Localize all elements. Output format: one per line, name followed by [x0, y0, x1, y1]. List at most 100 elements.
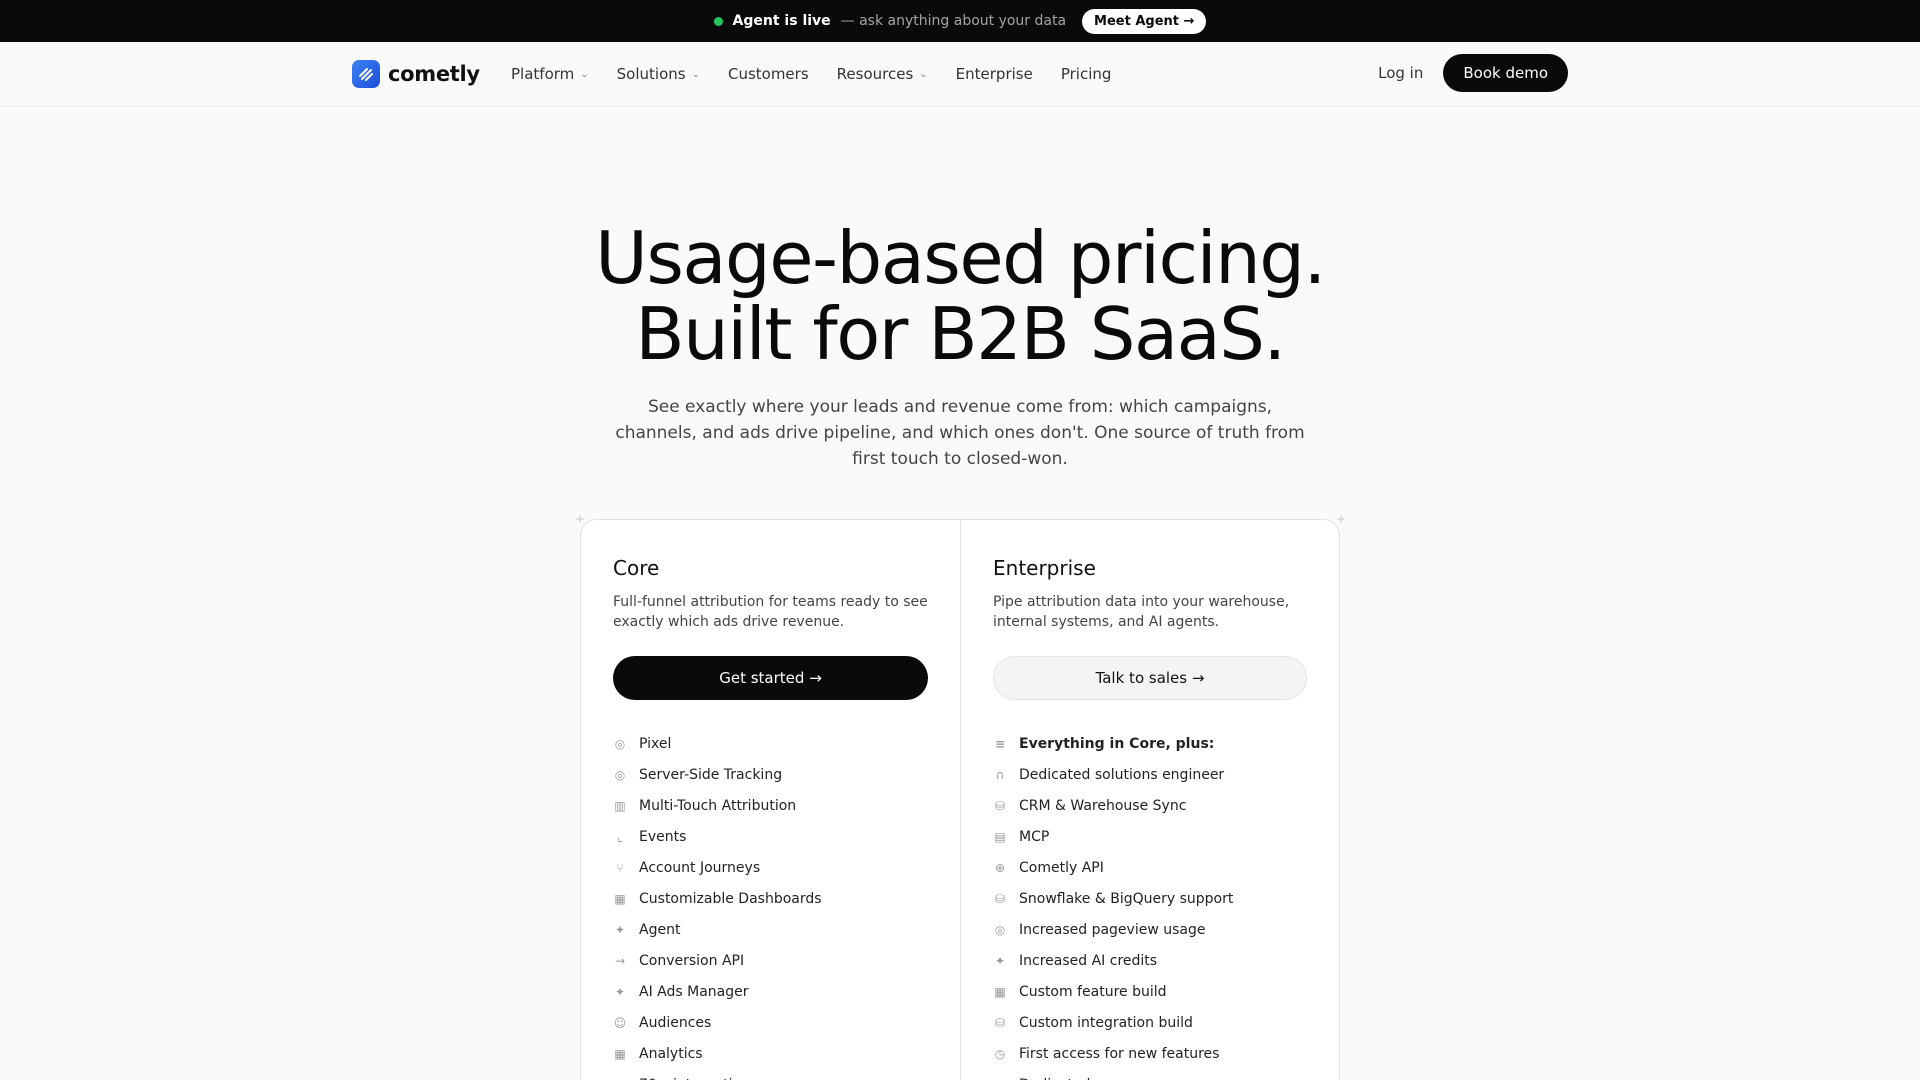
feature-label: Agent	[639, 921, 681, 938]
feature-label: AI Ads Manager	[639, 983, 749, 1000]
nav-item-customers[interactable]: Customers	[728, 65, 809, 83]
cometly-logo-icon	[352, 60, 380, 88]
nav-item-label: Solutions	[616, 65, 686, 83]
feature-item: ◎ Increased pageview usage	[993, 914, 1307, 945]
feature-item: ▥ Multi-Touch Attribution	[613, 790, 928, 821]
feature-label: Audiences	[639, 1014, 712, 1031]
plan-description: Full-funnel attribution for teams ready …	[613, 594, 928, 630]
grid-icon: ▦	[614, 1046, 626, 1061]
target-icon: ◎	[614, 736, 626, 751]
target-icon: ◎	[614, 767, 626, 782]
feature-label: Dedicated solutions engineer	[1019, 766, 1225, 783]
feature-item: ⛁ CRM & Warehouse Sync	[993, 790, 1307, 821]
database-icon: ⛁	[994, 891, 1006, 906]
meet-agent-button[interactable]: Meet Agent →	[1082, 8, 1207, 34]
feature-label: Dedicated success manager	[1019, 1077, 1217, 1080]
users-icon: ☺	[613, 1015, 627, 1030]
plan-card-core: Core Full-funnel attribution for teams r…	[581, 520, 960, 1080]
nav-item-solutions[interactable]: Solutions ⌄	[617, 65, 700, 83]
chevron-down-icon: ⌄	[580, 68, 589, 80]
feature-item: → Conversion API	[613, 945, 928, 976]
feature-item: ▦ Customizable Dashboards	[613, 883, 928, 914]
nav-item-platform[interactable]: Platform ⌄	[511, 65, 589, 83]
target-icon: ◎	[994, 922, 1006, 937]
feature-item: ⑂ Account Journeys	[613, 852, 928, 883]
feature-item: ≡ Everything in Core, plus:	[993, 728, 1307, 759]
database-icon: ⛁	[994, 798, 1006, 813]
feature-item: ⊕70+ integrations	[613, 1069, 928, 1080]
feature-label: Multi-Touch Attribution	[639, 797, 797, 814]
server-icon: ▤	[994, 829, 1006, 844]
hero-subtitle: See exactly where your leads and revenue…	[615, 397, 1305, 469]
logo[interactable]: cometly	[352, 60, 480, 88]
database-icon: ⛁	[994, 1015, 1006, 1030]
feature-label: Custom feature build	[1019, 983, 1167, 1000]
feature-label: Analytics	[639, 1045, 703, 1062]
feature-label: Conversion API	[639, 952, 745, 969]
plan-feature-list: ≡ Everything in Core, plus: ∩ Dedicated sol…	[993, 728, 1307, 1080]
feature-item: ✦ Increased AI credits	[993, 945, 1307, 976]
branch-icon: ⑂	[616, 860, 624, 875]
feature-item: ▦ Custom feature build	[993, 976, 1307, 1007]
chevron-down-icon: ⌄	[919, 68, 928, 80]
feature-label: Events	[639, 828, 687, 845]
feature-label: Account Journeys	[639, 859, 761, 876]
sparkle-icon: ✦	[614, 984, 626, 999]
get-started-button[interactable]: Get started →	[613, 656, 928, 700]
line-chart-icon: ⌞	[617, 829, 623, 844]
list-icon: ≡	[994, 736, 1006, 751]
feature-label: Pixel	[639, 735, 672, 752]
announcement-text: — ask anything about your data	[840, 13, 1067, 29]
nav-item-label: Customers	[727, 65, 809, 83]
plan-description: Pipe attribution data into your warehous…	[993, 594, 1290, 630]
hero-title-line-2: Built for B2B SaaS.	[635, 292, 1286, 376]
feature-label: CRM & Warehouse Sync	[1019, 797, 1187, 814]
plan-name: Core	[613, 556, 660, 580]
feature-label: Snowflake & BigQuery support	[1019, 890, 1234, 907]
hero-title-line-1: Usage-based pricing.	[595, 216, 1326, 300]
plan-card-enterprise: Enterprise Pipe attribution data into yo…	[960, 520, 1339, 1080]
globe-icon: ⊕	[994, 860, 1006, 875]
sparkle-icon: ✦	[994, 953, 1006, 968]
feature-label: Everything in Core, plus:	[1019, 735, 1215, 752]
feature-label: 70+ integrations	[639, 1077, 757, 1080]
nav-item-label: Pricing	[1060, 65, 1112, 83]
feature-item: ◎ Pixel	[613, 728, 928, 759]
plan-name: Enterprise	[993, 556, 1096, 580]
clock-icon: ◷	[994, 1046, 1006, 1061]
feature-item: ⛁ Snowflake & BigQuery support	[993, 883, 1307, 914]
feature-label: Cometly API	[1019, 859, 1104, 876]
feature-label: Custom integration build	[1019, 1014, 1193, 1031]
nav-item-label: Enterprise	[955, 65, 1033, 83]
feature-item: ⌞ Events	[613, 821, 928, 852]
pricing-cards: Core Full-funnel attribution for teams r…	[580, 519, 1340, 1080]
announcement-title: Agent is live	[732, 13, 831, 29]
announcement-bar: Agent is live — ask anything about your …	[0, 0, 1920, 42]
feature-item: ◎ Server-Side Tracking	[613, 759, 928, 790]
feature-item: ✦ Agent	[613, 914, 928, 945]
top-navigation: cometly Platform ⌄ Solutions ⌄ Customers…	[0, 42, 1920, 107]
nav-item-label: Platform	[511, 65, 575, 83]
feature-item: ⊕ Cometly API	[993, 852, 1307, 883]
login-link[interactable]: Log in	[1378, 64, 1423, 82]
feature-label: Customizable Dashboards	[639, 890, 822, 907]
nav-actions: Log in Book demo	[1378, 54, 1568, 92]
feature-item: ⛁ Custom integration build	[993, 1007, 1307, 1038]
nav-item-resources[interactable]: Resources ⌄	[837, 65, 928, 83]
chevron-down-icon: ⌄	[691, 68, 700, 80]
live-status-dot	[713, 16, 723, 26]
feature-label: Server-Side Tracking	[639, 766, 783, 783]
talk-to-sales-button[interactable]: Talk to sales →	[993, 656, 1307, 700]
nav-item-label: Resources	[836, 65, 914, 83]
feature-label: Increased AI credits	[1019, 952, 1158, 969]
nav-item-enterprise[interactable]: Enterprise	[956, 65, 1033, 83]
plan-feature-list: ◎ Pixel ◎ Server-Side Tracking ▥ Multi-Touch …	[613, 728, 928, 1080]
grid-icon: ▦	[994, 984, 1006, 999]
book-demo-button[interactable]: Book demo	[1443, 54, 1568, 92]
sparkle-icon: ✦	[614, 922, 626, 937]
feature-label: First access for new features	[1019, 1045, 1220, 1062]
feature-item: ◷ First access for new features	[993, 1038, 1307, 1069]
feature-item: ▦ Analytics	[613, 1038, 928, 1069]
feature-item: ☺ Audiences	[613, 1007, 928, 1038]
nav-item-pricing[interactable]: Pricing	[1061, 65, 1112, 83]
